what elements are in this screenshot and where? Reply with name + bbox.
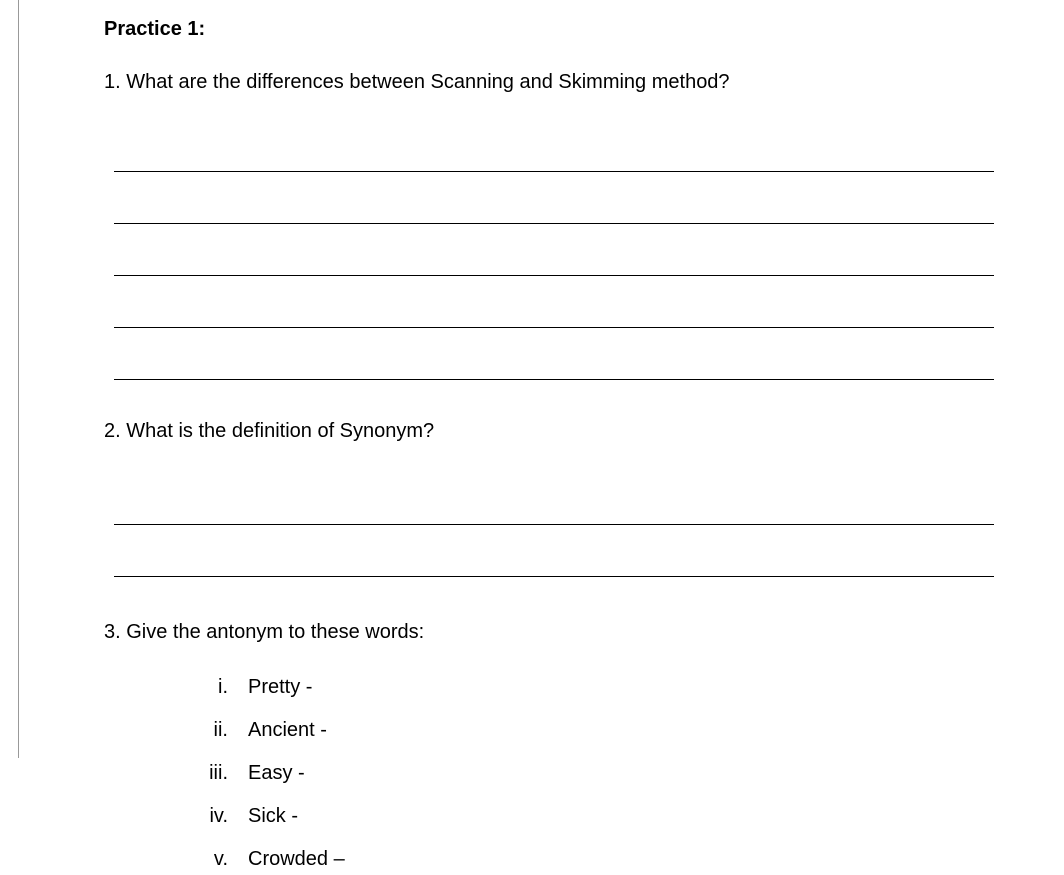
answer-line: [114, 288, 994, 328]
roman-numeral: iii.: [194, 758, 248, 789]
question-1-text: 1. What are the differences between Scan…: [104, 71, 994, 94]
answer-line: [114, 485, 994, 525]
question-2-answer-lines: [104, 485, 994, 577]
page-left-border: [18, 0, 19, 758]
answer-line: [114, 340, 994, 380]
roman-numeral: i.: [194, 672, 248, 703]
list-item: i. Pretty -: [194, 672, 994, 703]
roman-numeral: iv.: [194, 801, 248, 832]
list-item: ii. Ancient -: [194, 715, 994, 746]
question-3-text: 3. Give the antonym to these words:: [104, 621, 994, 644]
question-2-text: 2. What is the definition of Synonym?: [104, 420, 994, 443]
antonym-word: Pretty -: [248, 672, 994, 703]
antonym-word: Sick -: [248, 801, 994, 832]
antonym-word: Crowded –: [248, 844, 994, 875]
antonym-list: i. Pretty - ii. Ancient - iii. Easy - iv…: [104, 672, 994, 875]
antonym-word: Ancient -: [248, 715, 994, 746]
answer-line: [114, 236, 994, 276]
list-item: iii. Easy -: [194, 758, 994, 789]
question-1: 1. What are the differences between Scan…: [104, 71, 994, 380]
roman-numeral: ii.: [194, 715, 248, 746]
question-2: 2. What is the definition of Synonym?: [104, 420, 994, 577]
document-content: Practice 1: 1. What are the differences …: [0, 0, 1064, 875]
list-item: v. Crowded –: [194, 844, 994, 875]
roman-numeral: v.: [194, 844, 248, 875]
antonym-word: Easy -: [248, 758, 994, 789]
answer-line: [114, 184, 994, 224]
list-item: iv. Sick -: [194, 801, 994, 832]
question-1-answer-lines: [104, 132, 994, 380]
answer-line: [114, 537, 994, 577]
answer-line: [114, 132, 994, 172]
practice-heading: Practice 1:: [104, 18, 994, 41]
question-3: 3. Give the antonym to these words: i. P…: [104, 621, 994, 875]
